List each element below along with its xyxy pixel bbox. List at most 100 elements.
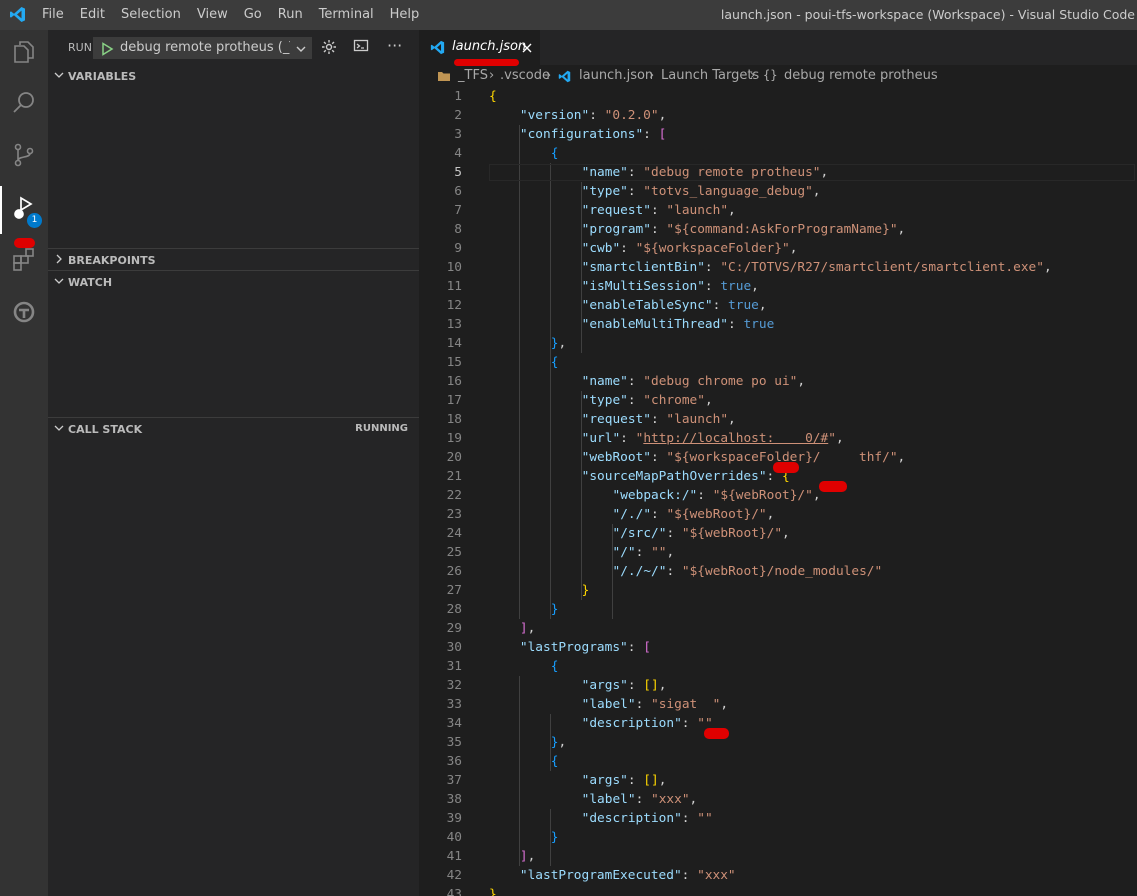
tab-label: launch.json bbox=[452, 39, 527, 54]
code-text: "type": "totvs_language_debug", bbox=[581, 184, 821, 199]
code-line[interactable]: 7 "request": "launch", bbox=[419, 201, 1137, 220]
window-title: launch.json - poui-tfs-workspace (Worksp… bbox=[720, 7, 1135, 22]
line-number: 16 bbox=[446, 374, 462, 389]
breadcrumb-item[interactable]: _TFS bbox=[458, 68, 488, 83]
code-line[interactable]: 26 "/./~/": "${webRoot}/node_modules/" bbox=[419, 562, 1137, 581]
breadcrumb-item[interactable]: launch.json bbox=[579, 68, 653, 83]
code-text: "name": "debug remote protheus", bbox=[581, 165, 829, 180]
code-line[interactable]: 34 "description": "" bbox=[419, 714, 1137, 733]
code-line[interactable]: 40 } bbox=[419, 828, 1137, 847]
menu-selection[interactable]: Selection bbox=[113, 0, 189, 30]
breadcrumb-item[interactable]: .vscode bbox=[500, 68, 550, 83]
line-number: 5 bbox=[454, 165, 462, 180]
line-number: 34 bbox=[446, 716, 462, 731]
code-line[interactable]: 31 { bbox=[419, 657, 1137, 676]
menu-go[interactable]: Go bbox=[236, 0, 270, 30]
menu-edit[interactable]: Edit bbox=[72, 0, 113, 30]
code-line[interactable]: 29 ], bbox=[419, 619, 1137, 638]
code-line[interactable]: 28 } bbox=[419, 600, 1137, 619]
code-line[interactable]: 11 "isMultiSession": true, bbox=[419, 277, 1137, 296]
menu-terminal[interactable]: Terminal bbox=[311, 0, 382, 30]
code-text: } bbox=[550, 830, 559, 845]
code-line[interactable]: 16 "name": "debug chrome po ui", bbox=[419, 372, 1137, 391]
tab-launch-json[interactable]: launch.json bbox=[419, 30, 540, 66]
variables-section-header[interactable]: VARIABLES bbox=[48, 65, 419, 87]
code-text: "url": "http://localhost: 0/#", bbox=[581, 431, 844, 446]
breadcrumb-separator-icon: › bbox=[750, 68, 756, 83]
code-line[interactable]: 17 "type": "chrome", bbox=[419, 391, 1137, 410]
code-line[interactable]: 2 "version": "0.2.0", bbox=[419, 106, 1137, 125]
code-text: "label": "xxx", bbox=[581, 792, 698, 807]
breadcrumb-item[interactable]: Launch Targets bbox=[661, 68, 759, 83]
line-number: 27 bbox=[446, 583, 462, 598]
launch-config-select[interactable]: debug remote protheus (_TFS bbox=[93, 37, 312, 59]
more-actions-icon[interactable]: ··· bbox=[387, 36, 402, 55]
line-number: 7 bbox=[454, 203, 462, 218]
run-debug-activity[interactable]: 1 bbox=[0, 186, 48, 234]
line-number: 15 bbox=[446, 355, 462, 370]
code-line[interactable]: 23 "/./": "${webRoot}/", bbox=[419, 505, 1137, 524]
breadcrumb-separator-icon: › bbox=[546, 68, 552, 83]
start-debugging-icon[interactable] bbox=[100, 41, 114, 60]
code-line[interactable]: 33 "label": "sigat ", bbox=[419, 695, 1137, 714]
code-line[interactable]: 32 "args": [], bbox=[419, 676, 1137, 695]
call-stack-section-header[interactable]: CALL STACK RUNNING bbox=[48, 417, 419, 440]
code-line[interactable]: 9 "cwb": "${workspaceFolder}", bbox=[419, 239, 1137, 258]
menu-file[interactable]: File bbox=[34, 0, 72, 30]
code-line[interactable]: 35 }, bbox=[419, 733, 1137, 752]
code-line[interactable]: 1{ bbox=[419, 87, 1137, 106]
gear-icon[interactable] bbox=[321, 39, 337, 59]
code-line[interactable]: 15 { bbox=[419, 353, 1137, 372]
code-line[interactable]: 43} bbox=[419, 885, 1137, 896]
code-line[interactable]: 39 "description": "" bbox=[419, 809, 1137, 828]
code-line[interactable]: 12 "enableTableSync": true, bbox=[419, 296, 1137, 315]
line-number: 2 bbox=[454, 108, 462, 123]
code-text: "smartclientBin": "C:/TOTVS/R27/smartcli… bbox=[581, 260, 1052, 275]
code-line[interactable]: 36 { bbox=[419, 752, 1137, 771]
code-line[interactable]: 41 ], bbox=[419, 847, 1137, 866]
code-line[interactable]: 18 "request": "launch", bbox=[419, 410, 1137, 429]
remote-activity[interactable] bbox=[0, 290, 48, 338]
code-line[interactable]: 22 "webpack:/": "${webRoot}/", bbox=[419, 486, 1137, 505]
code-line[interactable]: 8 "program": "${command:AskForProgramNam… bbox=[419, 220, 1137, 239]
code-text: { bbox=[550, 146, 559, 161]
extensions-activity[interactable] bbox=[0, 237, 48, 285]
source-control-activity[interactable] bbox=[0, 133, 48, 181]
line-number: 24 bbox=[446, 526, 462, 541]
code-line[interactable]: 38 "label": "xxx", bbox=[419, 790, 1137, 809]
run-sidebar: RUN debug remote protheus (_TFS ··· VARI… bbox=[48, 30, 419, 896]
code-line[interactable]: 5 "name": "debug remote protheus", bbox=[419, 163, 1137, 182]
breakpoints-section-header[interactable]: BREAKPOINTS bbox=[48, 248, 419, 271]
menu-view[interactable]: View bbox=[189, 0, 236, 30]
code-line[interactable]: 37 "args": [], bbox=[419, 771, 1137, 790]
code-line[interactable]: 25 "/": "", bbox=[419, 543, 1137, 562]
line-number: 4 bbox=[454, 146, 462, 161]
explorer-activity[interactable] bbox=[0, 30, 48, 78]
code-line[interactable]: 19 "url": "http://localhost: 0/#", bbox=[419, 429, 1137, 448]
code-line[interactable]: 27 } bbox=[419, 581, 1137, 600]
code-line[interactable]: 3 "configurations": [ bbox=[419, 125, 1137, 144]
code-line[interactable]: 13 "enableMultiThread": true bbox=[419, 315, 1137, 334]
code-line[interactable]: 4 { bbox=[419, 144, 1137, 163]
debug-console-icon[interactable] bbox=[353, 39, 370, 59]
search-activity[interactable] bbox=[0, 81, 48, 129]
line-number: 25 bbox=[446, 545, 462, 560]
line-number: 26 bbox=[446, 564, 462, 579]
code-line[interactable]: 42 "lastProgramExecuted": "xxx" bbox=[419, 866, 1137, 885]
line-number: 32 bbox=[446, 678, 462, 693]
code-line[interactable]: 10 "smartclientBin": "C:/TOTVS/R27/smart… bbox=[419, 258, 1137, 277]
code-editor[interactable]: 1{2 "version": "0.2.0", 3 "configurations… bbox=[419, 87, 1137, 896]
code-line[interactable]: 30 "lastPrograms": [ bbox=[419, 638, 1137, 657]
watch-section-header[interactable]: WATCH bbox=[48, 270, 419, 293]
code-text: "isMultiSession": true, bbox=[581, 279, 759, 294]
breadcrumb-item[interactable]: debug remote protheus bbox=[784, 68, 938, 83]
code-line[interactable]: 6 "type": "totvs_language_debug", bbox=[419, 182, 1137, 201]
close-icon[interactable] bbox=[520, 40, 534, 59]
code-text: "lastPrograms": [ bbox=[519, 640, 651, 655]
code-line[interactable]: 14 }, bbox=[419, 334, 1137, 353]
line-number: 22 bbox=[446, 488, 462, 503]
menu-help[interactable]: Help bbox=[382, 0, 428, 30]
code-line[interactable]: 24 "/src/": "${webRoot}/", bbox=[419, 524, 1137, 543]
line-number: 21 bbox=[446, 469, 462, 484]
menu-run[interactable]: Run bbox=[270, 0, 311, 30]
